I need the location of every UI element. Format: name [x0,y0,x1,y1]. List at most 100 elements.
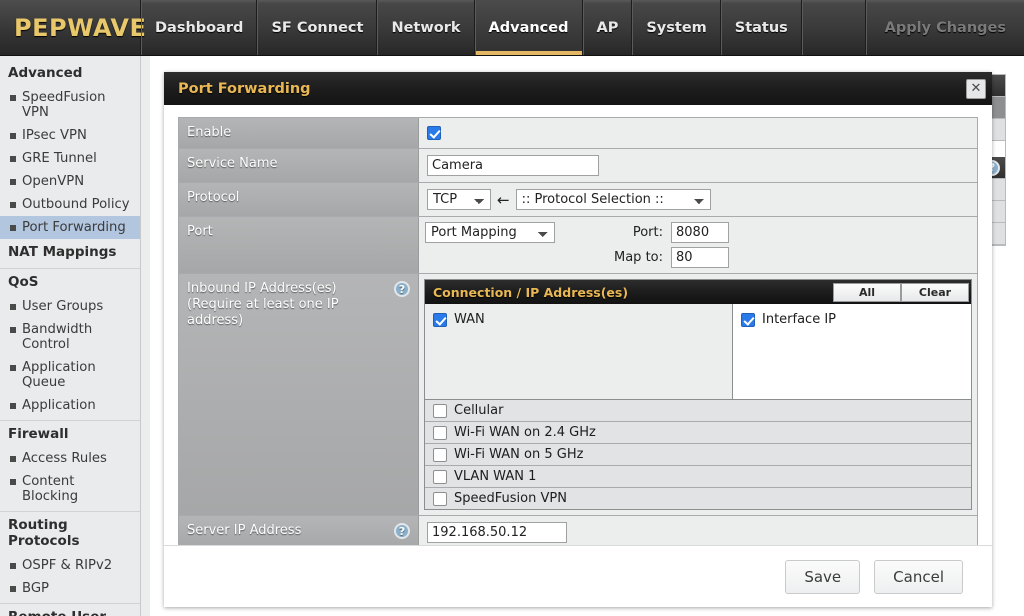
clear-button[interactable]: Clear [901,282,969,302]
form-row-inbound-ip: Inbound IP Address(es) (Require at least… [179,274,977,516]
sidebar-item-label: IPsec VPN [22,128,87,143]
sidebar-item-ospf-ripv2[interactable]: OSPF & RIPv2 [0,554,140,577]
sidebar-item-outbound-policy[interactable]: Outbound Policy [0,193,140,216]
inbound-ip-value: Connection / IP Address(es) All Clear WA… [419,274,977,515]
sidebar-item-content-blocking[interactable]: Content Blocking [0,470,140,508]
select-all-button[interactable]: All [833,282,901,302]
sidebar-item-bgp[interactable]: BGP [0,577,140,600]
connection-option-vlan-wan-1[interactable]: VLAN WAN 1 [425,466,971,488]
sidebar-item-port-forwarding[interactable]: Port Forwarding [0,216,140,239]
server-ip-input[interactable] [427,522,567,543]
sidebar-item-bandwidth-control[interactable]: Bandwidth Control [0,318,140,356]
top-navigation-bar: PEPWAVE Dashboard SF Connect Network Adv… [0,0,1024,56]
bullet-icon [10,179,16,185]
protocol-label-text: Protocol [187,190,240,205]
nav-tab-status[interactable]: Status [720,0,802,55]
sidebar-group-remote-user: Remote User [0,603,140,616]
help-icon[interactable]: ? [394,281,410,297]
bullet-icon [10,95,16,101]
nav-tab-ap[interactable]: AP [582,0,633,55]
left-arrow-icon: ← [497,190,510,209]
sidebar-item-gre-tunnel[interactable]: GRE Tunnel [0,147,140,170]
port-number-input[interactable] [671,222,729,243]
connection-primary-area: WAN Interface IP [425,304,971,400]
interface-ip-checkbox[interactable] [741,312,755,327]
sidebar-item-label: User Groups [22,299,104,314]
sidebar-item-ipsec-vpn[interactable]: IPsec VPN [0,124,140,147]
vlan-wan-1-label: VLAN WAN 1 [454,469,537,484]
protocol-select[interactable]: TCP [427,189,491,210]
connection-option-cellular[interactable]: Cellular [425,400,971,422]
wan-checkbox[interactable] [433,312,447,327]
enable-checkbox[interactable] [427,126,441,140]
bullet-icon [10,225,16,231]
sidebar-group-nat-mappings[interactable]: NAT Mappings [0,239,140,265]
help-icon[interactable]: ? [394,523,410,539]
nav-tab-system[interactable]: System [632,0,721,55]
bullet-icon [10,327,16,333]
sidebar-item-application[interactable]: Application [0,394,140,417]
connection-option-wifi-wan-24[interactable]: Wi-Fi WAN on 2.4 GHz [425,422,971,444]
bullet-icon [10,403,16,409]
connection-ip-box: Connection / IP Address(es) All Clear WA… [424,279,972,510]
port-line-1: Port Mapping Port: [425,222,971,243]
port-label-text: Port [187,224,213,239]
form-row-protocol: Protocol TCP ← :: Protocol Selection :: [179,183,977,217]
service-name-input[interactable] [427,155,599,176]
bullet-icon [10,133,16,139]
interface-ip-label: Interface IP [762,312,837,327]
bullet-icon [10,304,16,310]
sidebar-item-application-queue[interactable]: Application Queue [0,356,140,394]
apply-changes-button[interactable]: Apply Changes [865,0,1024,55]
bullet-icon [10,563,16,569]
port-forwarding-form: Enable Service Name Protocol TCP [178,117,978,550]
sidebar-item-label: Outbound Policy [22,197,130,212]
form-row-port: Port Port Mapping Port: Map to: [179,217,977,274]
wifi-wan-5-checkbox[interactable] [433,447,447,462]
sidebar-item-label: Application Queue [22,360,96,390]
enable-label-text: Enable [187,125,232,140]
sidebar-item-openvpn[interactable]: OpenVPN [0,170,140,193]
protocol-preset-select[interactable]: :: Protocol Selection :: [515,189,711,210]
sidebar-item-label: Application [22,398,96,413]
sidebar-item-access-rules[interactable]: Access Rules [0,447,140,470]
sidebar-item-label: Port Forwarding [22,220,126,235]
service-name-label: Service Name [179,149,419,182]
connection-option-wan[interactable]: WAN [433,312,724,327]
protocol-label: Protocol [179,183,419,216]
connection-wan-column: WAN [425,304,733,399]
nav-tab-network[interactable]: Network [377,0,475,55]
nav-tab-sf-connect[interactable]: SF Connect [257,0,378,55]
inbound-ip-label-text: Inbound IP Address(es) (Require at least… [187,281,339,329]
sidebar-group-advanced: Advanced [8,65,83,81]
connection-option-speedfusion-vpn[interactable]: SpeedFusion VPN [425,488,971,509]
nav-tab-dashboard[interactable]: Dashboard [141,0,258,55]
sidebar-group-routing-protocols: Routing Protocols [0,511,140,554]
port-line-2: Map to: [425,247,971,268]
save-button[interactable]: Save [785,559,861,594]
sidebar-item-label: GRE Tunnel [22,151,97,166]
sidebar-group-qos: QoS [0,268,140,295]
connection-option-interface-ip[interactable]: Interface IP [741,312,963,327]
sidebar-item-speedfusion-vpn[interactable]: SpeedFusion VPN [0,86,140,124]
wan-label: WAN [454,312,485,327]
wifi-wan-24-checkbox[interactable] [433,425,447,440]
enable-label: Enable [179,118,419,148]
sidebar-item-user-groups[interactable]: User Groups [0,295,140,318]
speedfusion-vpn-checkbox[interactable] [433,491,447,506]
port-mode-select[interactable]: Port Mapping [425,222,555,243]
wifi-wan-24-label: Wi-Fi WAN on 2.4 GHz [454,425,596,440]
cancel-button[interactable]: Cancel [874,559,963,594]
form-row-service-name: Service Name [179,149,977,183]
close-icon[interactable]: ✕ [966,78,986,99]
sidebar-item-label: BGP [22,581,49,596]
nav-tab-advanced[interactable]: Advanced [474,0,583,55]
cellular-checkbox[interactable] [433,403,447,418]
vlan-wan-1-checkbox[interactable] [433,469,447,484]
bullet-icon [10,586,16,592]
inbound-ip-label-line2: (Require at least one IP [187,297,339,312]
connection-option-wifi-wan-5[interactable]: Wi-Fi WAN on 5 GHz [425,444,971,466]
dialog-title: Port Forwarding [178,80,311,97]
map-to-input[interactable] [671,247,729,268]
bullet-icon [10,202,16,208]
